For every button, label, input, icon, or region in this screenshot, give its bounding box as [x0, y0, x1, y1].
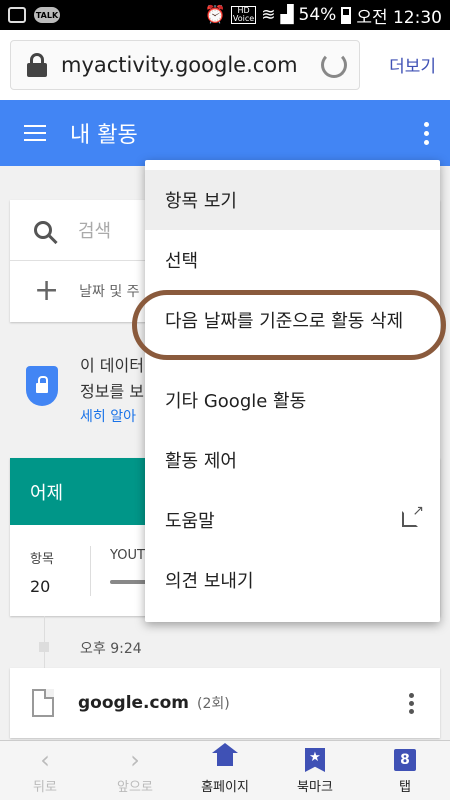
forward-button[interactable]: › 앞으로 [90, 741, 180, 800]
search-placeholder: 검색 [78, 221, 112, 242]
privacy-text-line2: 정보를 보 [80, 382, 144, 401]
chevron-left-icon: ‹ [40, 746, 50, 774]
menu-item-label: 도움말 [165, 511, 215, 532]
signal-icon: ▟ [280, 5, 294, 25]
entry-count: (2회) [196, 696, 230, 712]
forward-label: 앞으로 [117, 780, 153, 795]
status-bar: TALK ⏰ HD Voice ≋ ▟ 54% 오전 12:30 [0, 0, 450, 30]
search-icon [34, 221, 52, 239]
address-bar[interactable]: myactivity.google.com [10, 40, 360, 90]
page-title: 내 활동 [70, 123, 138, 148]
privacy-text-line1: 이 데이터 [80, 356, 144, 375]
highlight-annotation [132, 290, 446, 360]
home-label: 홈페이지 [201, 780, 249, 795]
date-filter-label: 날짜 및 주 [79, 284, 140, 300]
hd-voice-icon: HD Voice [230, 6, 257, 24]
bookmark-star-icon: ★ [305, 748, 325, 772]
back-button[interactable]: ‹ 뒤로 [0, 741, 90, 800]
alarm-icon: ⏰ [204, 5, 226, 25]
items-count: 20 [30, 577, 51, 596]
bookmark-label: 북마크 [297, 780, 333, 795]
menu-item-label: 기타 Google 활동 [165, 391, 307, 412]
menu-item-item-view[interactable]: 항목 보기 [145, 170, 440, 230]
timeline-dot [39, 642, 49, 652]
more-button[interactable]: 더보기 [389, 52, 436, 77]
menu-item-other-google-activity[interactable]: 기타 Google 활동 [145, 370, 440, 430]
tabs-label: 탭 [399, 780, 411, 795]
clock: 오전 12:30 [356, 7, 442, 28]
learn-more-link[interactable]: 세히 알아 [80, 406, 136, 426]
menu-item-help[interactable]: 도움말 [145, 490, 440, 550]
browser-toolbar: myactivity.google.com 더보기 [0, 30, 450, 100]
menu-item-label: 활동 제어 [165, 451, 237, 472]
items-stat: 항목 20 [30, 548, 54, 596]
entry-title: google.com [78, 693, 189, 713]
overflow-menu: 항목 보기 선택 다음 날짜를 기준으로 활동 삭제 기타 Google 활동 … [145, 160, 440, 622]
items-label: 항목 [30, 552, 54, 567]
menu-item-label: 선택 [165, 251, 199, 272]
menu-item-label: 의견 보내기 [165, 571, 254, 592]
entry-overflow-icon[interactable] [409, 693, 414, 714]
tabs-button[interactable]: 8 탭 [360, 741, 450, 800]
document-icon [32, 689, 54, 717]
url-text: myactivity.google.com [61, 53, 298, 77]
chevron-right-icon: › [130, 746, 140, 774]
back-label: 뒤로 [33, 780, 57, 795]
reload-icon[interactable] [321, 52, 347, 78]
open-external-icon [402, 503, 424, 527]
talk-icon: TALK [34, 7, 60, 23]
app-bar: 내 활동 [0, 100, 450, 166]
divider [90, 546, 91, 596]
timeline-time: 오후 9:24 [80, 641, 142, 657]
menu-item-activity-controls[interactable]: 활동 제어 [145, 430, 440, 490]
shield-lock-icon [26, 366, 58, 406]
lock-icon [27, 53, 47, 77]
bookmark-button[interactable]: ★ 북마크 [270, 741, 360, 800]
home-icon [212, 743, 238, 769]
menu-item-label: 항목 보기 [165, 191, 237, 212]
menu-item-send-feedback[interactable]: 의견 보내기 [145, 550, 440, 610]
battery-percent: 54% [298, 5, 337, 25]
plus-icon: + [34, 273, 60, 308]
tabs-icon: 8 [394, 749, 416, 771]
battery-icon [341, 6, 352, 24]
activity-entry[interactable]: google.com (2회) [10, 668, 440, 738]
gallery-icon [8, 7, 26, 23]
wifi-icon: ≋ [261, 5, 276, 25]
overflow-menu-icon[interactable] [424, 122, 430, 145]
home-button[interactable]: 홈페이지 [180, 741, 270, 800]
menu-item-select[interactable]: 선택 [145, 230, 440, 290]
hamburger-menu-icon[interactable] [24, 125, 46, 141]
browser-bottom-nav: ‹ 뒤로 › 앞으로 홈페이지 ★ 북마크 8 탭 [0, 740, 450, 800]
